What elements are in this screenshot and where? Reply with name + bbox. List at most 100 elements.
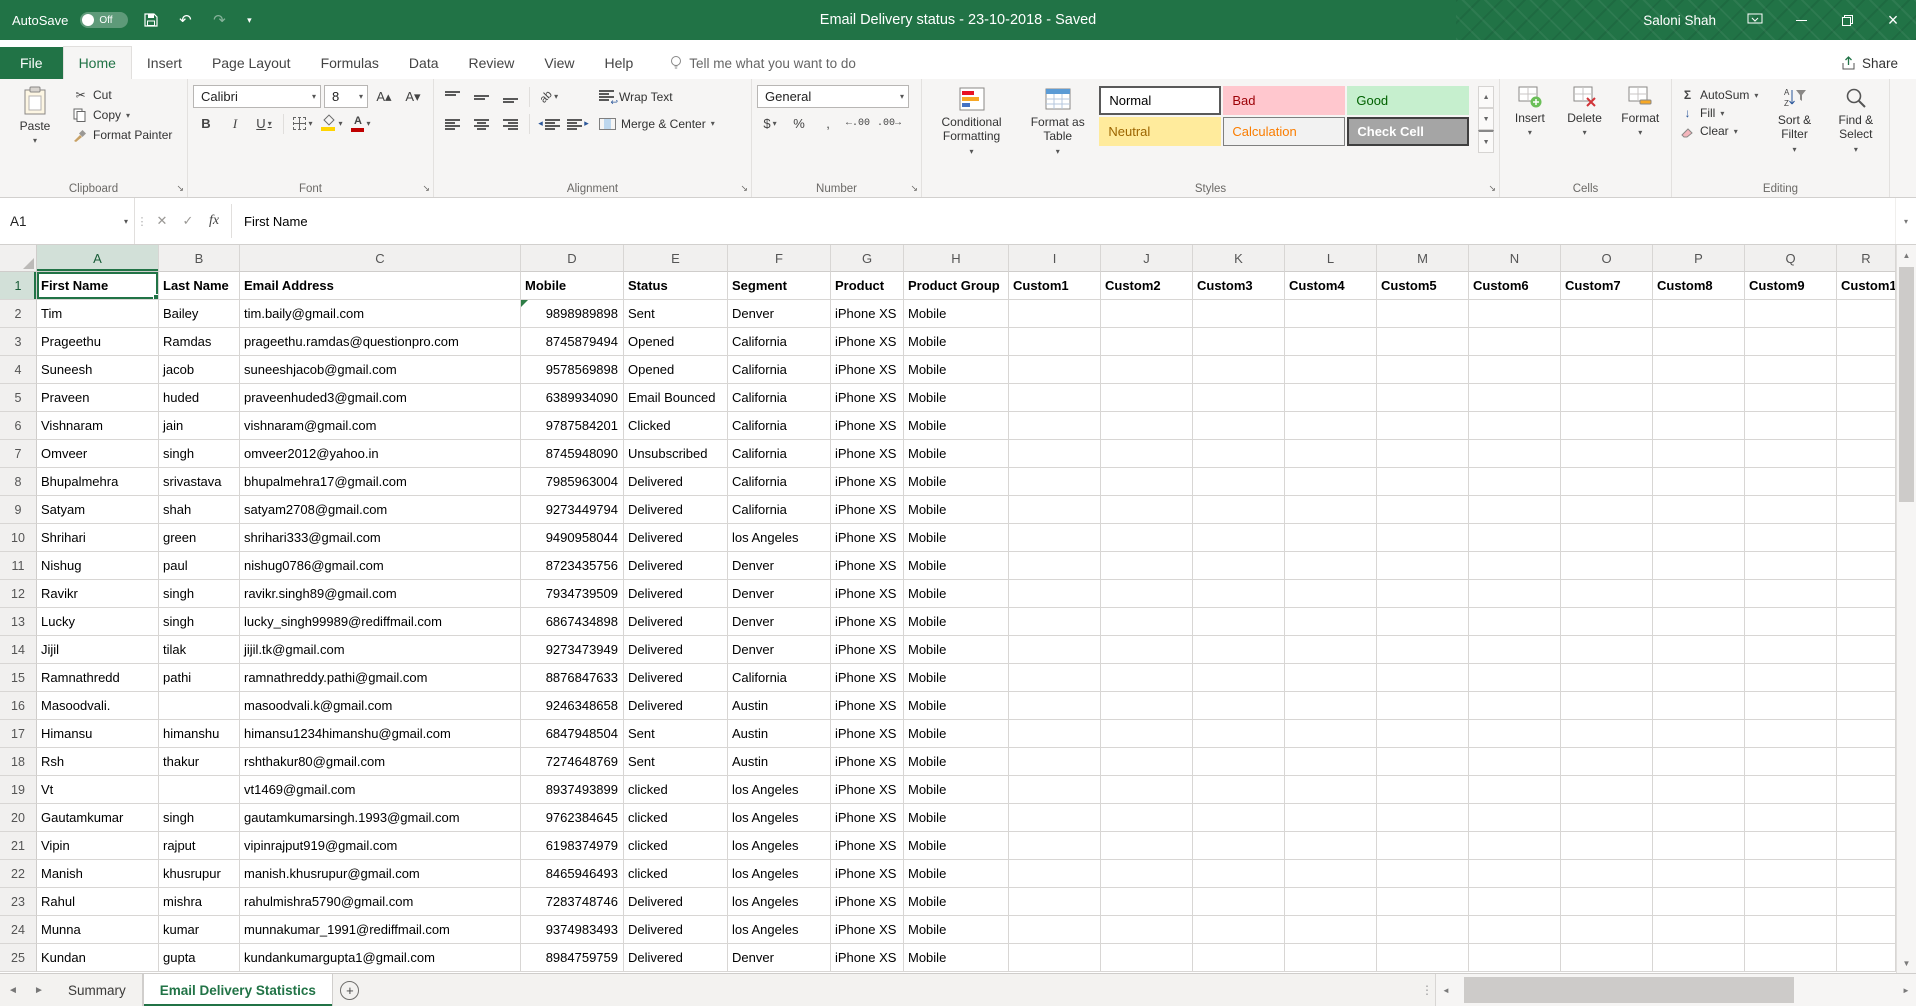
- cell-E14[interactable]: Delivered: [624, 636, 728, 664]
- cell-Q5[interactable]: [1745, 384, 1837, 412]
- cell-K15[interactable]: [1193, 664, 1285, 692]
- close-button[interactable]: ×: [1870, 0, 1916, 40]
- cell-M2[interactable]: [1377, 300, 1469, 328]
- cell-B2[interactable]: Bailey: [159, 300, 240, 328]
- cell-H20[interactable]: Mobile: [904, 804, 1009, 832]
- cell-R12[interactable]: [1837, 580, 1896, 608]
- tab-formulas[interactable]: Formulas: [306, 47, 394, 79]
- cell-P9[interactable]: [1653, 496, 1745, 524]
- cell-E9[interactable]: Delivered: [624, 496, 728, 524]
- cell-L1[interactable]: Custom4: [1285, 272, 1377, 300]
- cell-N3[interactable]: [1469, 328, 1561, 356]
- column-header-M[interactable]: M: [1377, 245, 1469, 272]
- cell-R3[interactable]: [1837, 328, 1896, 356]
- insert-function-button[interactable]: fx: [201, 198, 227, 244]
- cell-Q22[interactable]: [1745, 860, 1837, 888]
- cell-O15[interactable]: [1561, 664, 1653, 692]
- formula-input[interactable]: First Name: [236, 198, 1895, 244]
- cell-K2[interactable]: [1193, 300, 1285, 328]
- cell-H23[interactable]: Mobile: [904, 888, 1009, 916]
- cell-P3[interactable]: [1653, 328, 1745, 356]
- column-header-I[interactable]: I: [1009, 245, 1101, 272]
- cell-P20[interactable]: [1653, 804, 1745, 832]
- row-header-5[interactable]: 5: [0, 384, 37, 412]
- cell-B10[interactable]: green: [159, 524, 240, 552]
- cell-Q14[interactable]: [1745, 636, 1837, 664]
- cell-J9[interactable]: [1101, 496, 1193, 524]
- cell-D25[interactable]: 8984759759: [521, 944, 624, 972]
- minimize-button[interactable]: [1778, 0, 1824, 40]
- cell-J7[interactable]: [1101, 440, 1193, 468]
- cell-H8[interactable]: Mobile: [904, 468, 1009, 496]
- font-size-select[interactable]: 8 ▾: [324, 85, 368, 108]
- cell-H15[interactable]: Mobile: [904, 664, 1009, 692]
- cell-Q3[interactable]: [1745, 328, 1837, 356]
- cell-L17[interactable]: [1285, 720, 1377, 748]
- cell-Q15[interactable]: [1745, 664, 1837, 692]
- cell-I1[interactable]: Custom1: [1009, 272, 1101, 300]
- cell-R5[interactable]: [1837, 384, 1896, 412]
- cell-A13[interactable]: Lucky: [37, 608, 159, 636]
- cell-I20[interactable]: [1009, 804, 1101, 832]
- cell-R6[interactable]: [1837, 412, 1896, 440]
- column-header-A[interactable]: A: [37, 245, 159, 272]
- styles-dialog-launcher[interactable]: ↘: [1488, 183, 1496, 194]
- cell-C20[interactable]: gautamkumarsingh.1993@gmail.com: [240, 804, 521, 832]
- cell-C2[interactable]: tim.baily@gmail.com: [240, 300, 521, 328]
- copy-button[interactable]: Copy ▾: [70, 106, 175, 124]
- cell-F12[interactable]: Denver: [728, 580, 831, 608]
- cell-D19[interactable]: 8937493899: [521, 776, 624, 804]
- cell-M17[interactable]: [1377, 720, 1469, 748]
- sheet-nav-right-button[interactable]: ►: [26, 974, 52, 1006]
- cell-O3[interactable]: [1561, 328, 1653, 356]
- cell-F4[interactable]: California: [728, 356, 831, 384]
- cell-I24[interactable]: [1009, 916, 1101, 944]
- cell-I5[interactable]: [1009, 384, 1101, 412]
- cell-G8[interactable]: iPhone XS: [831, 468, 904, 496]
- cell-H10[interactable]: Mobile: [904, 524, 1009, 552]
- cell-F18[interactable]: Austin: [728, 748, 831, 776]
- cell-H5[interactable]: Mobile: [904, 384, 1009, 412]
- cell-F5[interactable]: California: [728, 384, 831, 412]
- cell-B23[interactable]: mishra: [159, 888, 240, 916]
- row-header-10[interactable]: 10: [0, 524, 37, 552]
- cell-F20[interactable]: los Angeles: [728, 804, 831, 832]
- cell-M16[interactable]: [1377, 692, 1469, 720]
- cell-A4[interactable]: Suneesh: [37, 356, 159, 384]
- cell-A11[interactable]: Nishug: [37, 552, 159, 580]
- cell-style-calculation[interactable]: Calculation: [1223, 117, 1345, 146]
- cell-I11[interactable]: [1009, 552, 1101, 580]
- cell-G10[interactable]: iPhone XS: [831, 524, 904, 552]
- cell-K4[interactable]: [1193, 356, 1285, 384]
- cell-D2[interactable]: 9898989898: [521, 300, 624, 328]
- cell-G2[interactable]: iPhone XS: [831, 300, 904, 328]
- cell-A15[interactable]: Ramnathredd: [37, 664, 159, 692]
- cell-C4[interactable]: suneeshjacob@gmail.com: [240, 356, 521, 384]
- cell-N10[interactable]: [1469, 524, 1561, 552]
- cell-R8[interactable]: [1837, 468, 1896, 496]
- cell-E19[interactable]: clicked: [624, 776, 728, 804]
- cell-R18[interactable]: [1837, 748, 1896, 776]
- column-header-B[interactable]: B: [159, 245, 240, 272]
- cell-O22[interactable]: [1561, 860, 1653, 888]
- cell-R13[interactable]: [1837, 608, 1896, 636]
- tab-scrollbar-splitter[interactable]: ⋮: [1419, 974, 1435, 1006]
- cell-H25[interactable]: Mobile: [904, 944, 1009, 972]
- cell-M13[interactable]: [1377, 608, 1469, 636]
- cell-D1[interactable]: Mobile: [521, 272, 624, 300]
- cell-A20[interactable]: Gautamkumar: [37, 804, 159, 832]
- cell-L23[interactable]: [1285, 888, 1377, 916]
- cell-O7[interactable]: [1561, 440, 1653, 468]
- cell-B14[interactable]: tilak: [159, 636, 240, 664]
- cell-M4[interactable]: [1377, 356, 1469, 384]
- cell-C23[interactable]: rahulmishra5790@gmail.com: [240, 888, 521, 916]
- cell-L11[interactable]: [1285, 552, 1377, 580]
- alignment-dialog-launcher[interactable]: ↘: [740, 183, 748, 194]
- cell-N6[interactable]: [1469, 412, 1561, 440]
- row-header-8[interactable]: 8: [0, 468, 37, 496]
- cell-D13[interactable]: 6867434898: [521, 608, 624, 636]
- row-header-11[interactable]: 11: [0, 552, 37, 580]
- cell-G1[interactable]: Product: [831, 272, 904, 300]
- cell-J10[interactable]: [1101, 524, 1193, 552]
- cell-J25[interactable]: [1101, 944, 1193, 972]
